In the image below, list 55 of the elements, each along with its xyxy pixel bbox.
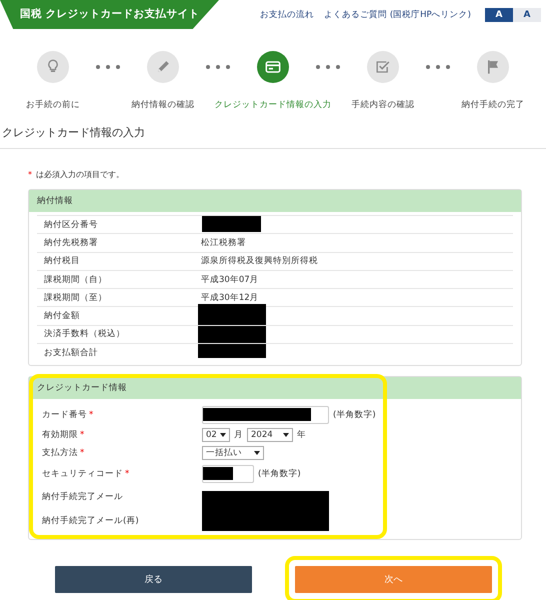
row-label: 納付区分番号 [43,218,99,231]
month-dropdown[interactable]: 02 [202,428,230,442]
font-size-button[interactable]: A [485,8,513,22]
dots-icon [206,65,230,69]
header-link[interactable]: お支払の流れ [260,9,314,21]
unit-label: 年 [297,429,306,442]
caret-icon [283,433,289,438]
row-value: 平成30年12月 [201,292,259,303]
step-label: お手続の前に [26,99,80,111]
dots-icon [426,65,450,69]
header-link[interactable]: よくあるご質問 (国税庁HPへリンク) [324,9,471,21]
unit-label: 月 [234,429,243,442]
panel-header: 納付情報 [29,190,521,212]
page-title: クレジットカード情報の入力 [0,123,546,149]
field-label: 納付手続完了メール [42,492,123,502]
year-dropdown[interactable]: 2024 [247,428,293,442]
step-label: 手続内容の確認 [352,99,414,111]
caret-icon [220,433,226,438]
required-mark: * [80,448,84,458]
row-label: 課税期間（自） [43,274,108,286]
row-value: 源泉所得税及復興特別所得税 [201,256,318,266]
redaction-block [203,466,233,480]
input-field[interactable] [202,406,329,424]
field-label: 支払方法 [42,448,78,458]
input-hint: (半角数字) [333,408,376,421]
row-label: 決済手数料（税込） [43,328,126,340]
site-title: 国税 クレジットカードお支払サイト [0,0,219,29]
field-label: 納付手続完了メール(再) [42,516,139,526]
row-value: 松江税務署 [201,238,246,248]
dots-icon [316,65,340,69]
required-mark: * [28,170,32,179]
dots-icon [96,65,120,69]
required-mark: * [125,468,130,479]
field-label: 有効期限 [42,430,78,440]
font-size-button[interactable]: A [513,8,541,22]
step-label: 納付情報の確認 [132,99,194,111]
field-label: カード番号 [42,410,87,420]
field-label: セキュリティコード [42,468,123,479]
row-label: 課税期間（至） [43,292,108,304]
row-label: 納付先税務署 [43,236,99,249]
row-value: 平成30年07月 [201,274,259,285]
panel-header: クレジットカード情報 [29,377,521,400]
required-mark: * [80,430,84,440]
input-field[interactable] [202,464,254,483]
payment-method-dropdown[interactable]: 一括払い [202,446,264,460]
row-label: 納付金額 [43,310,81,322]
caret-icon [254,451,260,456]
required-note: は必須入力の項目です。 [36,170,124,179]
row-label: お支払額合計 [43,346,99,359]
step-label: クレジットカード情報の入力 [214,99,332,111]
row-label: 納付税目 [43,255,81,268]
required-mark: * [89,410,94,420]
input-hint: (半角数字) [258,468,301,480]
step-label: 納付手続の完了 [462,99,524,111]
back-button[interactable]: 戻る [55,566,252,594]
